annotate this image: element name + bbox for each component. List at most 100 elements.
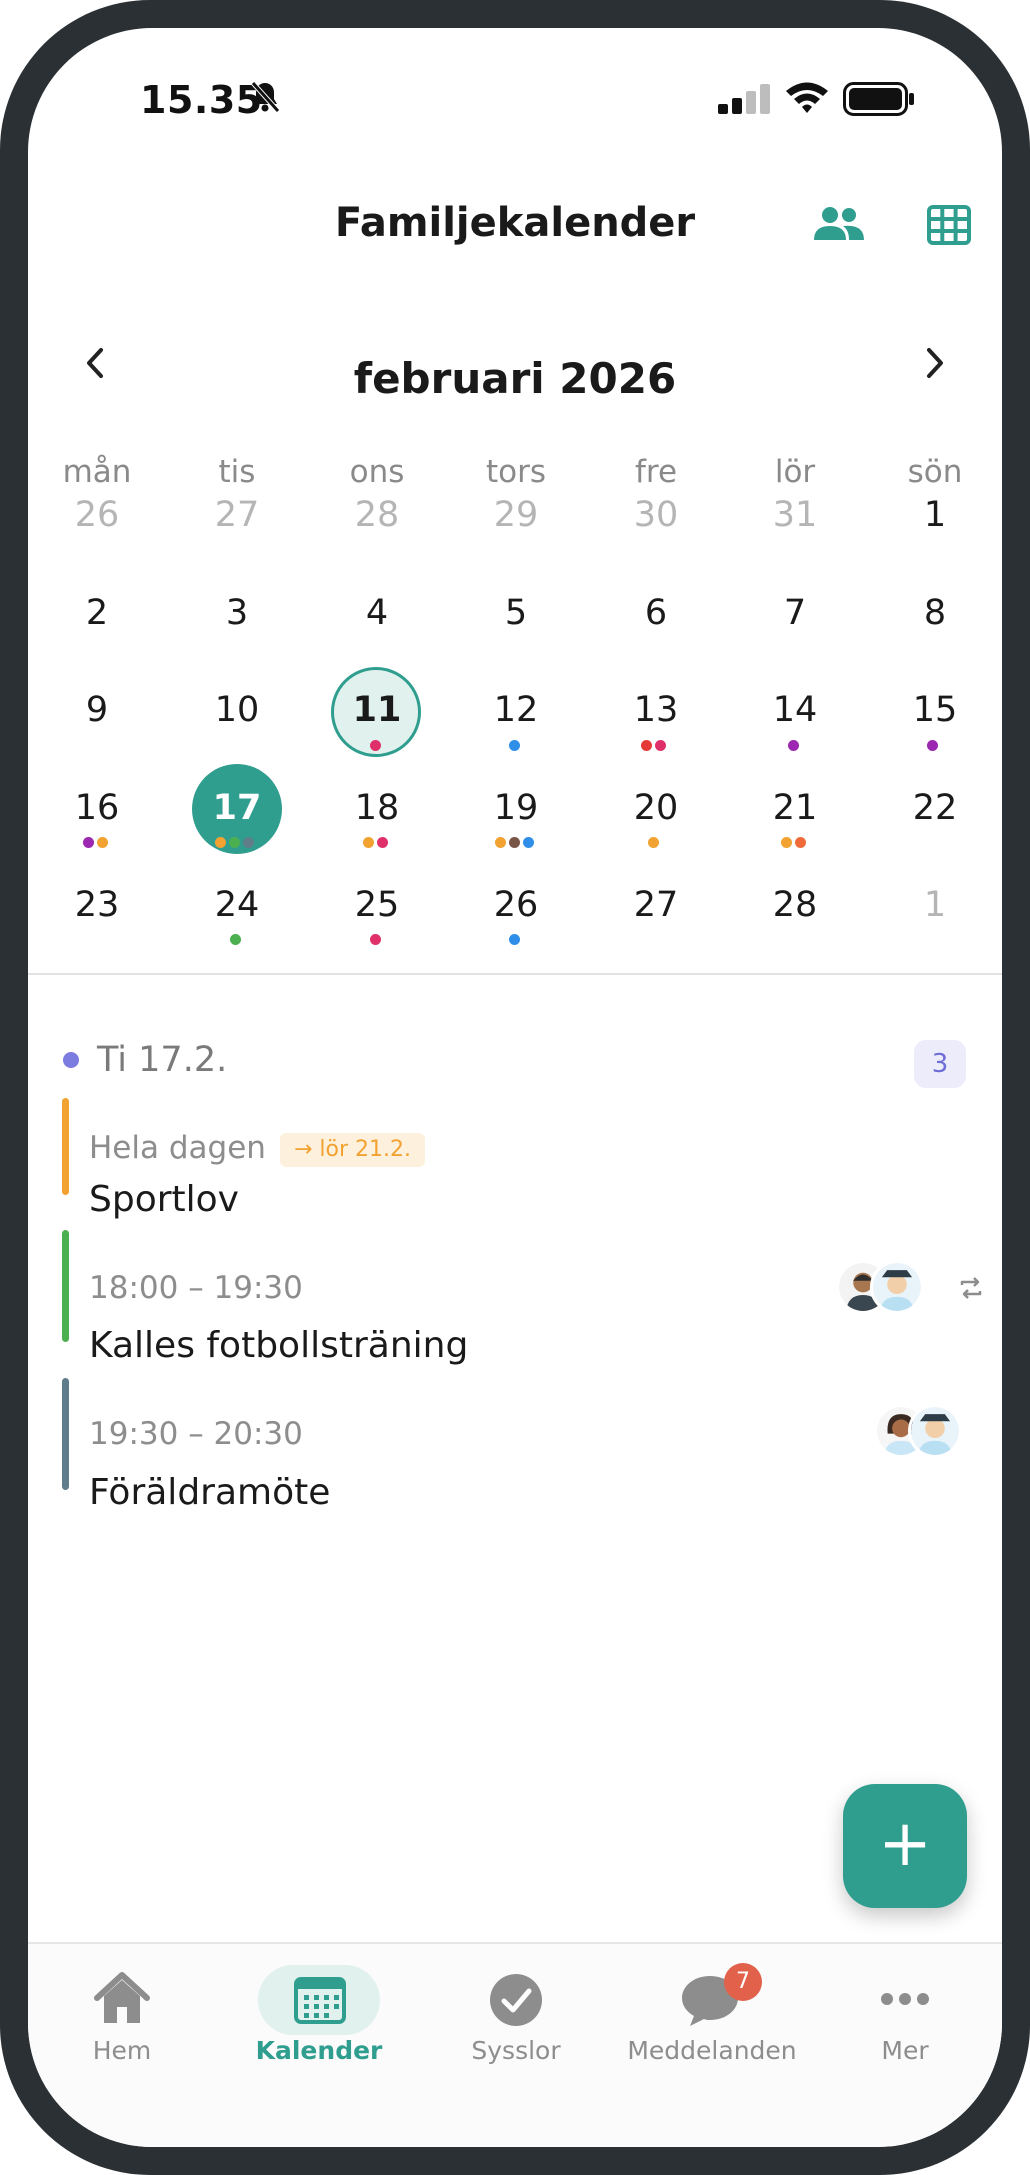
calendar-day[interactable]: 2 xyxy=(47,593,147,633)
event-dot xyxy=(363,837,374,848)
add-event-button[interactable]: + xyxy=(843,1784,967,1908)
calendar-day[interactable]: 1 xyxy=(885,495,985,535)
check-circle-icon[interactable] xyxy=(489,1973,543,2027)
event-dot xyxy=(523,837,534,848)
calendar-day[interactable]: 31 xyxy=(745,495,845,535)
calendar-day-today[interactable]: 11 xyxy=(327,690,427,730)
calendar-day[interactable]: 16 xyxy=(47,788,147,828)
battery-icon xyxy=(843,82,914,116)
event-dot xyxy=(509,934,520,945)
calendar-day[interactable]: 24 xyxy=(187,885,287,925)
calendar-day[interactable]: 12 xyxy=(466,690,566,730)
month-label: februari 2026 xyxy=(353,354,677,403)
divider xyxy=(28,973,1002,975)
home-icon[interactable] xyxy=(93,1972,151,2026)
event-dot xyxy=(215,837,226,848)
calendar-day[interactable]: 6 xyxy=(606,593,706,633)
selected-day-label: Ti 17.2. xyxy=(97,1040,228,1080)
event-dot xyxy=(795,837,806,848)
event-title[interactable]: Sportlov xyxy=(89,1179,239,1220)
event-dot xyxy=(229,837,240,848)
weekday-label: tors xyxy=(485,454,547,490)
event-time: Hela dagen xyxy=(89,1130,266,1166)
tab-calendar[interactable]: Kalender xyxy=(229,2036,409,2065)
event-span-tag: → lör 21.2. xyxy=(280,1133,426,1167)
calendar-day[interactable]: 10 xyxy=(187,690,287,730)
event-color-bar xyxy=(62,1230,69,1342)
calendar-day[interactable]: 21 xyxy=(745,788,845,828)
status-time: 15.35 xyxy=(140,78,263,122)
calendar-day[interactable]: 9 xyxy=(47,690,147,730)
calendar-day[interactable]: 13 xyxy=(606,690,706,730)
calendar-icon[interactable] xyxy=(294,1974,346,2024)
weekday-label: fre xyxy=(634,454,678,490)
member-avatar xyxy=(908,1404,962,1458)
event-dot xyxy=(97,837,108,848)
bell-muted-icon xyxy=(251,81,280,113)
calendar-day[interactable]: 28 xyxy=(745,885,845,925)
event-dot xyxy=(495,837,506,848)
calendar-day[interactable]: 15 xyxy=(885,690,985,730)
event-dot xyxy=(509,837,520,848)
event-color-bar xyxy=(62,1378,69,1490)
event-dot xyxy=(377,837,388,848)
more-dots-icon[interactable] xyxy=(880,1992,930,2006)
event-dot xyxy=(370,740,381,751)
calendar-day[interactable]: 18 xyxy=(327,788,427,828)
calendar-day[interactable]: 23 xyxy=(47,885,147,925)
event-dot xyxy=(788,740,799,751)
tab-home[interactable]: Hem xyxy=(32,2036,212,2065)
event-time: 18:00 – 19:30 xyxy=(89,1270,303,1306)
event-dot xyxy=(781,837,792,848)
calendar-day[interactable]: 27 xyxy=(187,495,287,535)
event-dot xyxy=(927,740,938,751)
screen: 15.35 Familjekalender februari 2026 mån … xyxy=(28,28,1002,2147)
weekday-label: ons xyxy=(349,454,405,490)
tab-messages[interactable]: Meddelanden xyxy=(622,2036,802,2065)
calendar-day[interactable]: 25 xyxy=(327,885,427,925)
calendar-day[interactable]: 8 xyxy=(885,593,985,633)
grid-view-icon[interactable] xyxy=(927,205,971,245)
tab-more[interactable]: Mer xyxy=(815,2036,995,2065)
calendar-day[interactable]: 20 xyxy=(606,788,706,828)
repeat-icon xyxy=(960,1277,982,1299)
wifi-icon xyxy=(786,82,828,113)
calendar-day[interactable]: 26 xyxy=(47,495,147,535)
event-color-bar xyxy=(62,1098,69,1195)
day-color-dot xyxy=(63,1052,79,1068)
member-avatar xyxy=(870,1260,924,1314)
calendar-day[interactable]: 19 xyxy=(466,788,566,828)
calendar-day[interactable]: 3 xyxy=(187,593,287,633)
event-title[interactable]: Föräldramöte xyxy=(89,1472,330,1513)
calendar-day[interactable]: 7 xyxy=(745,593,845,633)
calendar-day[interactable]: 28 xyxy=(327,495,427,535)
event-dot xyxy=(509,740,520,751)
event-dot xyxy=(370,934,381,945)
event-dot xyxy=(230,934,241,945)
event-dot xyxy=(83,837,94,848)
calendar-day[interactable]: 30 xyxy=(606,495,706,535)
calendar-day-selected[interactable]: 17 xyxy=(187,788,287,828)
calendar-day[interactable]: 14 xyxy=(745,690,845,730)
event-dot xyxy=(655,740,666,751)
calendar-day[interactable]: 22 xyxy=(885,788,985,828)
event-time: 19:30 – 20:30 xyxy=(89,1416,303,1452)
calendar-day[interactable]: 4 xyxy=(327,593,427,633)
calendar-day[interactable]: 27 xyxy=(606,885,706,925)
calendar-day[interactable]: 1 xyxy=(885,885,985,925)
unread-badge: 7 xyxy=(724,1963,762,2001)
weekday-label: tis xyxy=(218,454,256,490)
calendar-day[interactable]: 26 xyxy=(466,885,566,925)
signal-icon xyxy=(718,84,770,114)
calendar-day[interactable]: 29 xyxy=(466,495,566,535)
event-dot xyxy=(243,837,254,848)
event-title[interactable]: Kalles fotbollsträning xyxy=(89,1325,468,1366)
weekday-label: sön xyxy=(907,454,963,490)
calendar-day[interactable]: 5 xyxy=(466,593,566,633)
tab-chores[interactable]: Sysslor xyxy=(426,2036,606,2065)
next-month-button[interactable] xyxy=(923,346,947,380)
event-count-badge: 3 xyxy=(914,1040,966,1088)
family-members-icon[interactable] xyxy=(813,206,865,242)
event-dot xyxy=(641,740,652,751)
weekday-label: lör xyxy=(774,454,816,490)
